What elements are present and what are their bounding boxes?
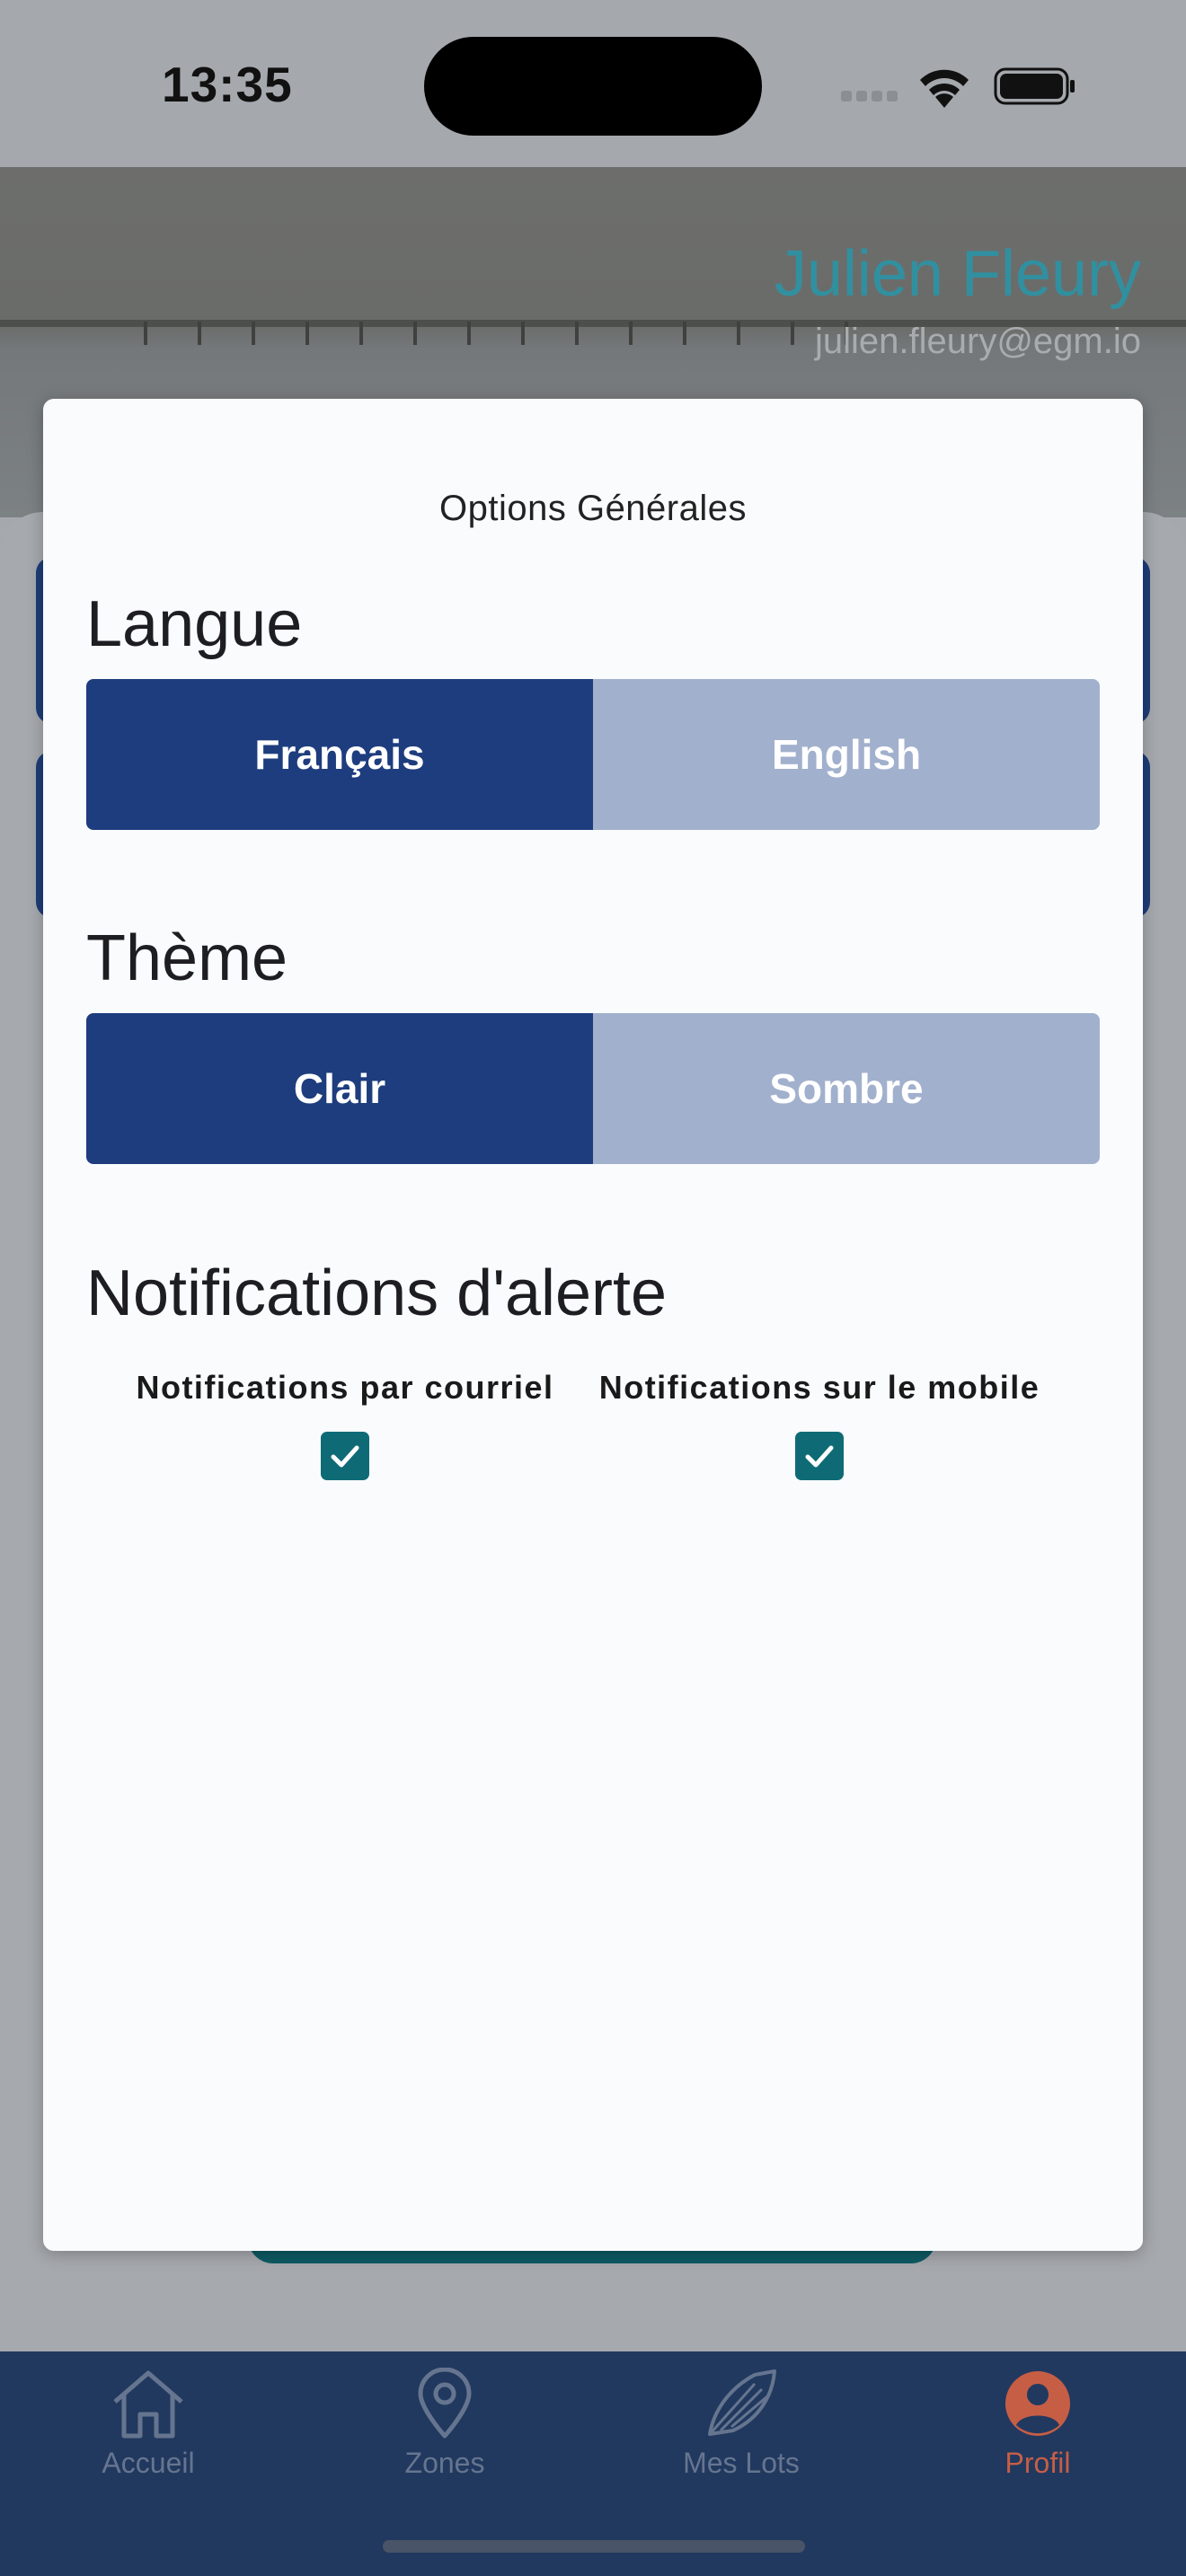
dynamic-island [424,37,762,136]
nav-label-zones: Zones [404,2447,485,2479]
nav-label-mes-lots: Mes Lots [683,2447,800,2479]
language-section-title: Langue [86,588,303,660]
cellular-signal-icon [841,90,902,102]
theme-section-title: Thème [86,922,288,994]
theme-option-light[interactable]: Clair [86,1013,593,1164]
theme-option-dark[interactable]: Sombre [593,1013,1100,1164]
map-pin-icon [418,2368,472,2439]
general-options-modal: Options Générales Langue Français Englis… [43,399,1143,2251]
battery-icon [994,67,1075,105]
home-icon [113,2370,183,2439]
home-indicator [383,2540,805,2553]
language-option-french[interactable]: Français [86,679,593,830]
checkmark-icon [331,1445,359,1468]
mobile-notification-option: Notifications sur le mobile [577,1369,1062,1480]
notifications-section-title: Notifications d'alerte [86,1257,668,1329]
checkmark-icon [805,1445,834,1468]
status-time: 13:35 [162,57,293,112]
email-notification-option: Notifications par courriel [102,1369,588,1480]
nav-label-accueil: Accueil [102,2447,195,2479]
modal-title: Options Générales [438,489,747,528]
shell-icon [708,2369,776,2436]
nav-item-mes-lots[interactable]: Mes Lots [593,2351,890,2531]
mobile-notification-checkbox[interactable] [795,1432,844,1480]
language-option-english[interactable]: English [593,679,1100,830]
mobile-notification-label: Notifications sur le mobile [598,1369,1040,1406]
language-segmented-control: Français English [86,679,1100,830]
email-notification-checkbox[interactable] [321,1432,369,1480]
user-email: julien.fleury@egm.io [815,322,1141,361]
nav-label-profil: Profil [1005,2447,1071,2479]
nav-item-zones[interactable]: Zones [296,2351,593,2531]
theme-segmented-control: Clair Sombre [86,1013,1100,1164]
nav-item-profil[interactable]: Profil [890,2351,1186,2531]
wifi-icon [920,69,969,108]
status-bar: 13:35 [0,0,1186,167]
email-notification-label: Notifications par courriel [136,1369,554,1406]
profile-icon [1005,2371,1070,2436]
nav-item-accueil[interactable]: Accueil [0,2351,296,2531]
user-name: Julien Fleury [774,238,1141,310]
